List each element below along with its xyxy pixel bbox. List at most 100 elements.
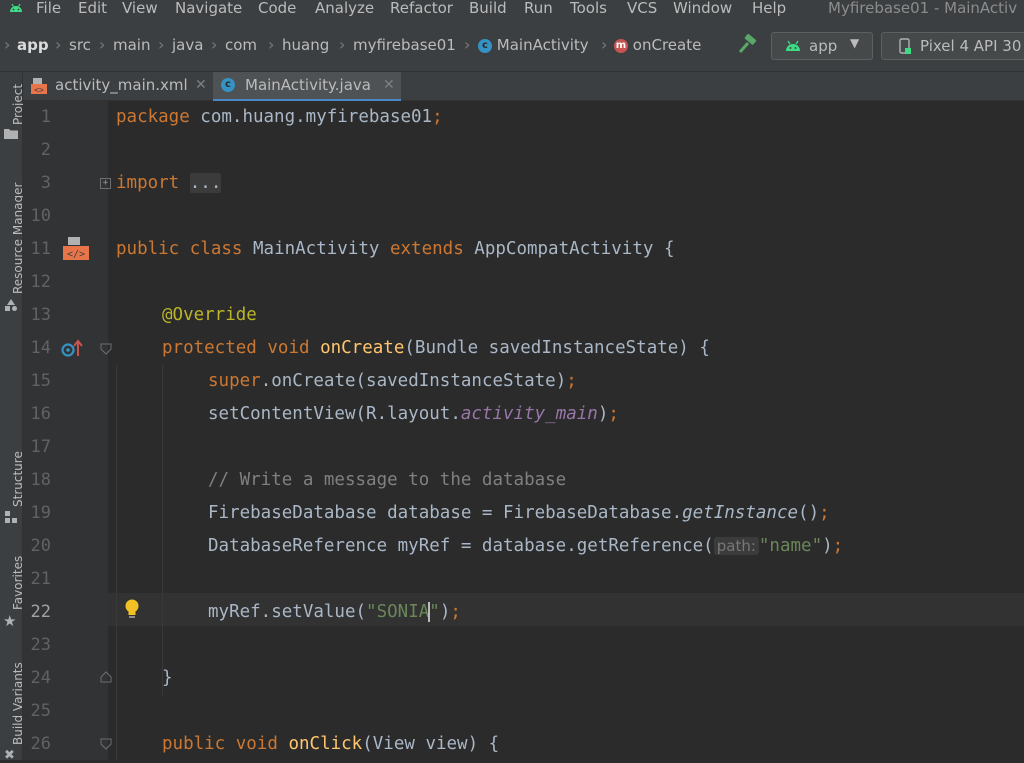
call: myRef.setValue( [208,602,367,622]
structure-icon [5,511,17,523]
fold-toggle-icon[interactable] [100,343,112,355]
closing-brace: } [162,668,173,688]
fold-toggle-icon[interactable]: + [100,178,111,189]
package-name: com.huang.myfirebase01 [189,107,433,127]
menu-help[interactable]: Help [752,0,786,17]
code-line[interactable]: } [162,662,173,695]
method-name: onCreate [320,338,405,358]
phone-device-icon [899,38,911,54]
menu-bar: File Edit View Navigate Code Analyze Ref… [0,0,1024,20]
method-name: onClick [288,734,363,754]
breadcrumb-huang[interactable]: huang [282,36,329,54]
parameter-hint: path: [713,537,759,555]
navigation-bar: › app › src › main › java › com › huang … [0,20,1024,72]
menu-vcs[interactable]: VCS [627,0,657,17]
menu-navigate[interactable]: Navigate [175,0,242,17]
tab-label: activity_main.xml [55,76,188,94]
line-number: 10 [30,206,51,226]
code-line[interactable]: @Override [162,299,257,332]
tab-activity-main-xml[interactable]: <> activity_main.xml ✕ [23,72,211,102]
related-layout-file-icon[interactable]: </> [62,236,90,262]
line-number: 18 [30,470,51,490]
menu-window[interactable]: Window [673,0,732,17]
breadcrumb-src[interactable]: src [69,36,91,54]
breadcrumb-com[interactable]: com [225,36,257,54]
device-selector-dropdown[interactable]: Pixel 4 API 30 [881,32,1024,60]
line-number: 17 [30,437,51,457]
breadcrumb-java[interactable]: java [172,36,203,54]
menu-build[interactable]: Build [469,0,507,17]
code-line[interactable]: public class MainActivity extends AppCom… [116,233,674,266]
super-class: AppCompatActivity { [474,239,675,259]
semicolon: ; [450,602,461,622]
breadcrumb-separator-icon: › [268,35,275,54]
keyword: public [116,239,180,259]
keyword: import [116,173,180,193]
code-line[interactable]: protected void onCreate(Bundle savedInst… [162,332,710,365]
semicolon: ; [432,107,443,127]
line-number: 13 [30,305,51,325]
declaration: FirebaseDatabase database = FirebaseData… [208,503,683,523]
override-method-icon[interactable] [61,339,83,359]
breadcrumb-main[interactable]: main [113,36,150,54]
folder-icon [4,129,18,139]
make-project-hammer-icon[interactable] [736,33,758,55]
menu-edit[interactable]: Edit [78,0,107,17]
semicolon: ; [832,536,844,556]
close-tab-icon[interactable]: ✕ [195,74,207,96]
menu-run[interactable]: Run [524,0,553,17]
method-params: (Bundle savedInstanceState) { [404,338,710,358]
resources-icon [5,299,17,311]
dropdown-arrow-icon: ▼ [850,36,860,50]
menu-file[interactable]: File [36,0,61,17]
code-editor[interactable]: 1 2 3 10 11 12 13 14 15 16 17 18 19 20 2… [23,101,1024,760]
paren: ) [439,602,451,622]
folded-imports[interactable]: ... [189,173,222,193]
breadcrumb-mainactivity[interactable]: c MainActivity [478,36,589,54]
android-icon [786,40,800,51]
menu-refactor[interactable]: Refactor [390,0,453,17]
string-literal-end: " [429,602,440,622]
line-number: 3 [40,173,51,193]
static-method: getInstance [682,503,799,523]
fold-toggle-icon[interactable] [100,671,112,683]
lightbulb-intention-icon[interactable] [123,598,141,620]
call: .onCreate(savedInstanceState) [260,371,567,391]
menu-code[interactable]: Code [258,0,296,17]
code-line[interactable]: super.onCreate(savedInstanceState); [208,365,577,398]
fold-toggle-icon[interactable] [100,738,112,750]
string-literal: "SONIA [366,602,430,622]
code-line-current[interactable]: myRef.setValue("SONIA"); [208,596,461,629]
annotation: @Override [162,305,257,325]
code-line[interactable]: package com.huang.myfirebase01; [116,101,443,134]
code-line[interactable]: public void onClick(View view) { [162,728,499,760]
line-number: 14 [30,338,51,358]
line-number-current: 22 [30,602,51,622]
comment: // Write a message to the database [208,470,567,490]
breadcrumb-app[interactable]: app [17,36,49,54]
indent-guide [116,365,117,760]
keyword: void [267,338,310,358]
code-line[interactable]: FirebaseDatabase database = FirebaseData… [208,497,830,530]
code-line[interactable]: setContentView(R.layout.activity_main); [208,398,619,431]
breadcrumb-oncreate[interactable]: m onCreate [614,36,701,54]
layout-xml-file-icon: <> [31,78,47,94]
code-line[interactable]: // Write a message to the database [208,464,566,497]
menu-analyze[interactable]: Analyze [315,0,374,17]
run-configuration-dropdown[interactable]: app ▼ [771,32,873,60]
run-configuration-label: app [809,37,838,55]
star-icon: ★ [3,612,17,630]
tab-mainactivity-java[interactable]: c MainActivity.java ✕ [213,72,401,102]
menu-view[interactable]: View [122,0,158,17]
semicolon: ; [608,404,619,424]
code-line[interactable]: import ... [116,167,222,200]
build-variants-icon: ✖ [4,748,15,763]
semicolon: ; [566,371,577,391]
breadcrumb-separator-icon: › [158,35,165,54]
menu-tools[interactable]: Tools [570,0,607,17]
code-line[interactable]: DatabaseReference myRef = database.getRe… [208,530,843,563]
svg-text:<>: <> [34,86,44,95]
breadcrumb-myfirebase01[interactable]: myfirebase01 [353,36,456,54]
close-tab-icon[interactable]: ✕ [383,74,395,96]
left-tool-window-strip: Project Resource Manager Structure Favor… [0,72,25,763]
